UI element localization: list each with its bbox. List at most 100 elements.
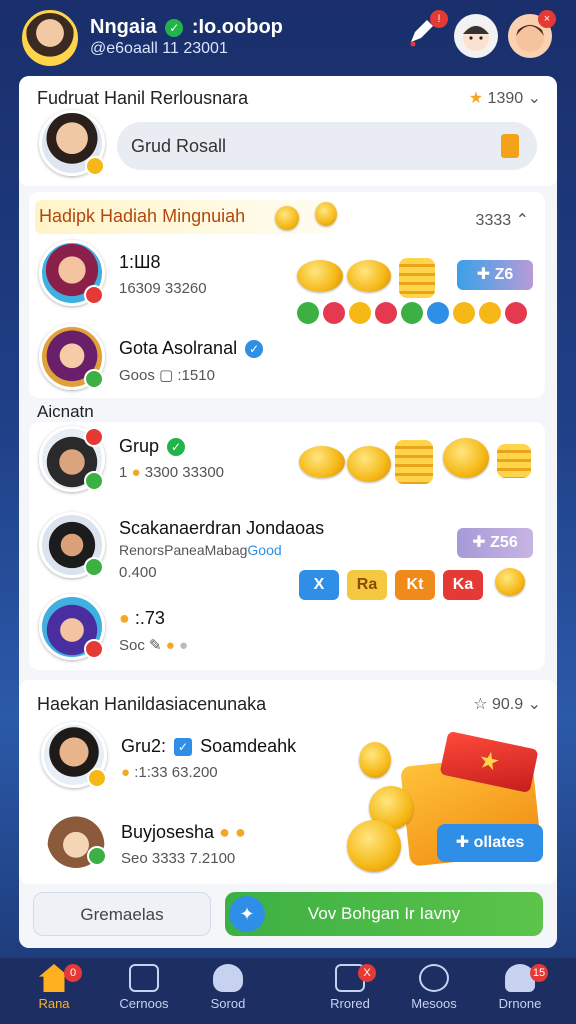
search-card: Fudruat Hanil Rerlousnara ★ 1390 ⌄ Grud … — [19, 76, 557, 186]
nav-badge: X — [358, 964, 376, 982]
check-badge-icon — [87, 846, 107, 866]
friend-badge: × — [538, 10, 556, 28]
puzzle-icon: ✚ — [472, 534, 486, 551]
coin-small-icon: ● — [121, 764, 131, 781]
profile-handle: @e6oaall 11 23001 — [90, 40, 228, 57]
reward-row-sub-text: Goos — [119, 367, 155, 384]
face-icon — [463, 25, 489, 51]
star-outline-icon: ☆ — [473, 696, 488, 713]
nav-item-home[interactable]: 0 Rana — [14, 964, 94, 1011]
chevron-down-icon: ⌄ — [527, 90, 541, 107]
bottom-nav: 0 Rana Cernoos Sorod X Rrored Mesoos 15 … — [0, 958, 576, 1024]
reaction-icon[interactable] — [349, 302, 371, 324]
row-avatar[interactable] — [39, 324, 105, 390]
reaction-icon[interactable] — [375, 302, 397, 324]
user-avatar[interactable] — [39, 110, 105, 176]
row-avatar[interactable] — [39, 512, 105, 578]
chart-icon — [129, 964, 159, 992]
tag-button[interactable]: Kt — [395, 570, 435, 600]
gift-card: Haekan Hanildasiacenunaka ☆ 90.9 ⌄ Gru2:… — [19, 680, 557, 884]
tag-button[interactable]: Ra — [347, 570, 387, 600]
search-submit-icon[interactable] — [501, 134, 519, 158]
reward-row-name-text: Gota Asolranal — [119, 338, 238, 358]
profile-name: Nngaia — [90, 16, 157, 38]
open-gift-button[interactable]: ✚ ollates — [437, 824, 543, 862]
nav-item-messages[interactable]: Mesoos — [394, 964, 474, 1011]
friend-avatar-icon[interactable] — [454, 14, 498, 58]
primary-button-label: Vov Bohgan Ir Iavny — [307, 904, 461, 923]
close-badge-icon — [84, 427, 104, 447]
row-avatar[interactable] — [41, 722, 107, 788]
profile-score: :Io.oobop — [191, 16, 283, 38]
rating-value: 1390 — [487, 90, 524, 107]
top-bar: Nngaia ✓ :Io.oobop @e6oaall 11 23001 ! × — [0, 0, 576, 76]
nav-label: Sorod — [210, 996, 246, 1011]
reward-claim-button[interactable]: ✚ Z6 — [457, 260, 533, 290]
coin-icon — [347, 260, 391, 292]
profile-avatar[interactable] — [22, 10, 78, 66]
reward-row-sub: 16309 33260 — [119, 280, 207, 297]
chat-icon — [213, 964, 243, 992]
coin-stack-icon — [399, 258, 435, 298]
reward-card: Hadipk Hadiah Mingnuiah 3333 ⌃ 1:Ш8 1630… — [29, 192, 545, 398]
main-panel: Fudruat Hanil Rerlousnara ★ 1390 ⌄ Grud … — [19, 76, 557, 948]
reward-meta[interactable]: 3333 ⌃ — [476, 210, 529, 230]
activity-row-sub-text: RenorsPaneaMabag — [119, 542, 248, 558]
activity-row-sub: 0.400 — [119, 564, 157, 581]
nav-item-rewards[interactable]: X Rrored — [310, 964, 390, 1011]
coin-stack-icon — [395, 440, 433, 484]
silver-coin-icon: ● — [179, 637, 189, 654]
gift-row-sub-text: :1:33 63.200 — [134, 764, 218, 781]
reaction-icon[interactable] — [297, 302, 319, 324]
gift-row-name: Buyjosesha ● ● — [121, 822, 246, 843]
activity-row-sub: RenorsPaneaMabagGood — [119, 542, 282, 558]
monkey-avatar[interactable] — [47, 810, 107, 868]
coin-stack-icon — [497, 444, 531, 478]
reward-row-sub-value: :1510 — [177, 367, 215, 384]
pencil-icon: ✎ — [149, 637, 162, 654]
coin-icon — [443, 438, 489, 478]
reaction-icon[interactable] — [323, 302, 345, 324]
nav-item-social[interactable]: Sorod — [188, 964, 268, 1011]
chevron-down-icon: ⌄ — [527, 696, 541, 713]
reaction-icon[interactable] — [453, 302, 475, 324]
nav-item-profile[interactable]: 15 Drnone — [480, 964, 560, 1011]
search-input[interactable]: Grud Rosall — [117, 122, 537, 170]
activity-row-name-text: Grup — [119, 436, 160, 456]
nav-item-games[interactable]: Cernoos — [104, 964, 184, 1011]
gift-row-name: Gru2: ✓ Soamdeahk — [121, 736, 296, 757]
reaction-icon[interactable] — [505, 302, 527, 324]
secondary-button[interactable]: Gremaelas — [33, 892, 211, 936]
row-avatar[interactable] — [39, 426, 105, 492]
activity-row-link[interactable]: Good — [247, 542, 281, 558]
coin-small-icon: ● — [131, 464, 141, 481]
verified-icon: ✓ — [167, 438, 186, 457]
check-badge-icon — [84, 471, 104, 491]
row-avatar[interactable] — [39, 594, 105, 660]
activity-row-name: Grup ✓ — [119, 436, 188, 457]
friend-girl-avatar-icon[interactable]: × — [508, 10, 556, 58]
row-avatar[interactable] — [39, 240, 105, 306]
nav-label: Rana — [38, 996, 70, 1011]
coin-small-icon: ● — [165, 637, 175, 654]
activity-row-sub: 1 ● 3300 33300 — [119, 464, 224, 481]
activity-claim-button[interactable]: ✚ Z56 — [457, 528, 533, 558]
nav-label: Drnone — [498, 996, 542, 1011]
reaction-icon[interactable] — [401, 302, 423, 324]
reaction-icon[interactable] — [427, 302, 449, 324]
search-card-title: Fudruat Hanil Rerlousnara — [37, 88, 249, 108]
activity-row-sub-value: 3300 33300 — [144, 464, 224, 481]
gift-card-title: Haekan Hanildasiacenunaka — [37, 694, 267, 714]
coin-icon — [359, 742, 391, 778]
primary-button[interactable]: ✦ Vov Bohgan Ir Iavny — [225, 892, 543, 936]
gift-meta[interactable]: ☆ 90.9 ⌄ — [473, 694, 541, 714]
reaction-icon[interactable] — [479, 302, 501, 324]
notification-icon[interactable]: ! — [400, 10, 448, 58]
coin-icon — [299, 446, 345, 478]
rating-meta[interactable]: ★ 1390 ⌄ — [469, 88, 541, 108]
open-gift-label: ollates — [473, 834, 525, 851]
tag-button[interactable]: Ka — [443, 570, 483, 600]
coin-icon — [495, 568, 525, 596]
twitter-icon: ✦ — [229, 896, 265, 932]
tag-button[interactable]: X — [299, 570, 339, 600]
